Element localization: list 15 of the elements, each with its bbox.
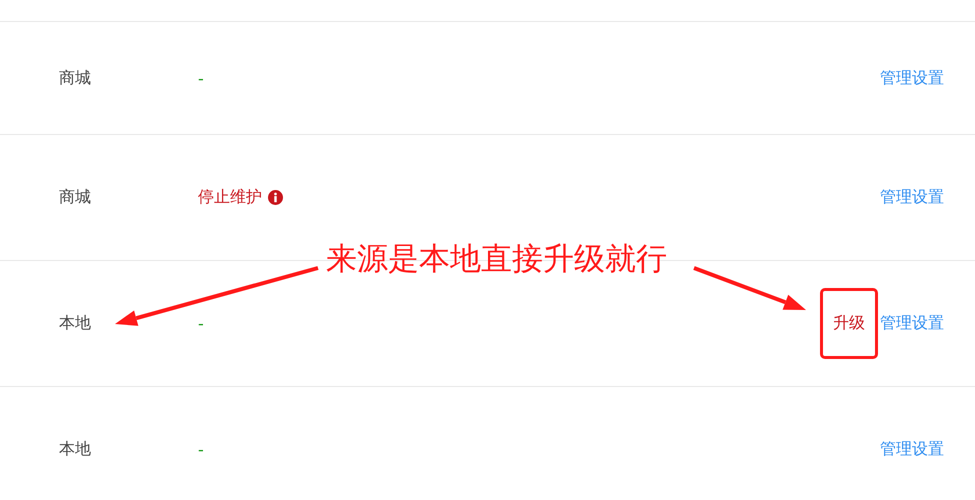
manage-settings-link[interactable]: 管理设置	[880, 439, 944, 460]
annotation-text: 来源是本地直接升级就行	[326, 240, 667, 279]
source-text: 商城	[59, 187, 92, 208]
status-text: -	[198, 68, 204, 88]
status-text: -	[198, 440, 204, 459]
manage-settings-link[interactable]: 管理设置	[880, 68, 944, 88]
info-icon	[268, 190, 283, 205]
source-text: 本地	[59, 439, 92, 460]
upgrade-link[interactable]: 升级	[820, 288, 878, 359]
status-text: -	[198, 314, 204, 333]
source-text: 商城	[59, 68, 92, 88]
status-text: 停止维护	[198, 187, 262, 208]
source-text: 本地	[59, 313, 92, 334]
manage-settings-link[interactable]: 管理设置	[880, 313, 944, 334]
manage-settings-link[interactable]: 管理设置	[880, 187, 944, 208]
